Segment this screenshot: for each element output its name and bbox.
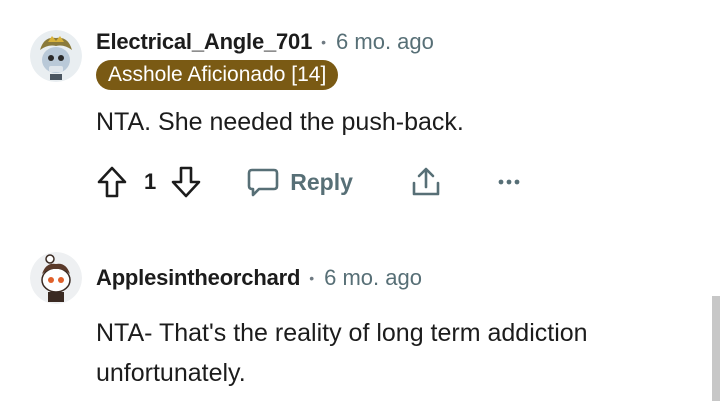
snoo-avatar-icon [30, 252, 82, 304]
upvote-icon[interactable] [96, 165, 128, 199]
separator-dot: • [321, 34, 327, 50]
separator-dot: • [309, 270, 315, 286]
comment-meta: Electrical_Angle_701 • 6 mo. ago [96, 28, 434, 56]
comment-bubble-icon [247, 168, 279, 197]
comment: Applesintheorchard • 6 mo. ago NTA- That… [0, 240, 712, 411]
comment-actions: 1 Reply [96, 164, 521, 200]
scrollbar[interactable] [712, 296, 720, 401]
share-icon[interactable] [409, 165, 443, 199]
avatar[interactable] [30, 30, 82, 82]
reply-label: Reply [290, 168, 353, 195]
comment-text-line: NTA- That's the reality of long term add… [96, 319, 588, 347]
timestamp: 6 mo. ago [324, 265, 422, 290]
avatar[interactable] [30, 252, 82, 304]
downvote-icon[interactable] [170, 165, 202, 199]
comment-text-line: unfortunately. [96, 359, 246, 387]
username[interactable]: Electrical_Angle_701 [96, 29, 312, 55]
user-flair: Asshole Aficionado [14] [96, 60, 339, 90]
vote-count: 1 [144, 169, 157, 194]
comment-meta: Applesintheorchard • 6 mo. ago [96, 264, 422, 292]
timestamp: 6 mo. ago [336, 29, 434, 54]
comment-text: NTA- That's the reality of long term add… [96, 313, 696, 393]
username[interactable]: Applesintheorchard [96, 265, 300, 291]
comment-text: NTA. She needed the push-back. [96, 108, 464, 136]
more-options-icon[interactable] [497, 177, 521, 187]
reply-button[interactable]: Reply [246, 166, 353, 198]
snoo-avatar-icon [30, 30, 82, 82]
comment: Electrical_Angle_701 • 6 mo. ago Asshole… [0, 0, 712, 230]
